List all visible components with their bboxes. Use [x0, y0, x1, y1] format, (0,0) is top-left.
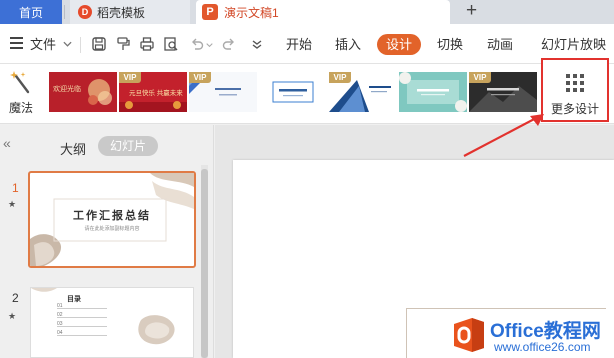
template-preview-blue-line	[259, 72, 327, 112]
scrollbar-thumb[interactable]	[201, 169, 208, 358]
save-icon[interactable]	[92, 37, 106, 51]
more-designs-label: 更多设计	[550, 102, 599, 116]
vip-badge: VIP	[189, 72, 211, 83]
slide-thumbnail-1[interactable]: 工作汇报总结 请在此处添加副标题内容	[28, 171, 196, 268]
vip-badge: VIP	[119, 72, 141, 83]
redo-icon[interactable]	[222, 37, 236, 51]
watermark-url: www.office26.com	[494, 340, 591, 354]
template-thumbnail[interactable]	[399, 72, 467, 112]
tab-transition[interactable]: 切换	[437, 36, 463, 54]
template-thumbnail[interactable]: VIP 元旦快乐 共赢未来	[119, 72, 187, 112]
star-icon: ★	[8, 199, 17, 209]
toc-item-number: 02	[57, 312, 63, 318]
tab-separator	[64, 5, 65, 19]
vip-badge: VIP	[329, 72, 351, 83]
tab-document-label: 演示文稿1	[224, 5, 279, 20]
file-menu[interactable]: 文件	[30, 36, 56, 54]
print-preview-icon[interactable]	[164, 37, 178, 51]
chevron-down-icon[interactable]	[63, 40, 72, 48]
template-thumbnail[interactable]: VIP	[329, 72, 397, 112]
add-tab-icon[interactable]: +	[466, 0, 477, 22]
print-icon[interactable]	[140, 37, 154, 51]
office-logo-icon	[454, 318, 484, 352]
toolbar-divider	[80, 37, 81, 53]
slide-decoration	[31, 288, 175, 345]
template-thumbnail[interactable]: VIP	[189, 72, 257, 112]
more-dropdown-icon[interactable]	[250, 37, 264, 51]
star-icon: ★	[8, 311, 17, 321]
vip-badge: VIP	[469, 72, 491, 83]
watermark: Office教程网 www.office26.com	[448, 312, 614, 358]
magic-button[interactable]: 魔法	[4, 68, 38, 120]
menu-icon[interactable]	[10, 37, 23, 51]
template-title: 元旦快乐 共赢未来	[129, 90, 183, 97]
toc-item-number: 03	[57, 321, 63, 327]
tab-insert[interactable]: 插入	[335, 36, 361, 54]
grid-icon	[566, 74, 584, 92]
watermark-title: Office教程网	[490, 321, 601, 342]
presentation-icon: P	[202, 4, 218, 20]
slide-subtitle: 请在此处添加副标题内容	[84, 226, 140, 232]
slide-number: 2	[12, 291, 19, 305]
template-preview-teal-floral	[399, 72, 467, 112]
template-thumbnail[interactable]: VIP	[469, 72, 537, 112]
undo-dropdown-icon[interactable]	[206, 42, 213, 48]
slide-title: 目录	[67, 296, 81, 303]
slide-panel: « 大纲 幻灯片 1 ★ 工作汇报总结 请在此处添加副标题内容 2 ★ 目录 0…	[0, 125, 214, 358]
format-painter-icon[interactable]	[116, 37, 130, 51]
slide-number: 1	[12, 181, 19, 195]
toc-item-number: 04	[57, 330, 63, 336]
slide-title: 工作汇报总结	[73, 210, 151, 222]
tab-template-label: 稻壳模板	[97, 5, 146, 20]
tab-home-label: 首页	[18, 5, 43, 20]
slides-view-tab[interactable]: 幻灯片	[98, 136, 158, 156]
tab-document[interactable]: P 演示文稿1 ✕	[196, 0, 450, 24]
daoke-icon: D	[78, 5, 92, 19]
magic-wand-icon	[10, 71, 30, 94]
template-title: 欢迎光临	[53, 86, 81, 93]
toolbar: 文件 开始 插入 设计 切换 动画 幻灯片放映	[0, 24, 614, 64]
undo-icon[interactable]	[190, 37, 204, 51]
tab-slideshow[interactable]: 幻灯片放映	[541, 36, 606, 54]
template-thumbnail[interactable]	[259, 72, 327, 112]
magic-label: 魔法	[8, 101, 33, 115]
tab-start[interactable]: 开始	[286, 36, 312, 54]
tab-template[interactable]: D 稻壳模板	[70, 0, 190, 24]
tab-bar: 首页 D 稻壳模板 P 演示文稿1 ✕ +	[0, 0, 614, 24]
tab-home[interactable]: 首页	[0, 0, 62, 24]
template-thumbnail[interactable]: 欢迎光临	[49, 72, 117, 112]
annotation-arrow	[463, 114, 544, 157]
collapse-panel-icon[interactable]: «	[3, 135, 11, 151]
toc-item-number: 01	[57, 303, 63, 309]
tab-design[interactable]: 设计	[377, 34, 421, 55]
slide-thumbnail-2[interactable]: 目录 01 02 03 04	[30, 287, 194, 358]
outline-view-tab[interactable]: 大纲	[60, 139, 86, 158]
tab-animation[interactable]: 动画	[487, 36, 513, 54]
